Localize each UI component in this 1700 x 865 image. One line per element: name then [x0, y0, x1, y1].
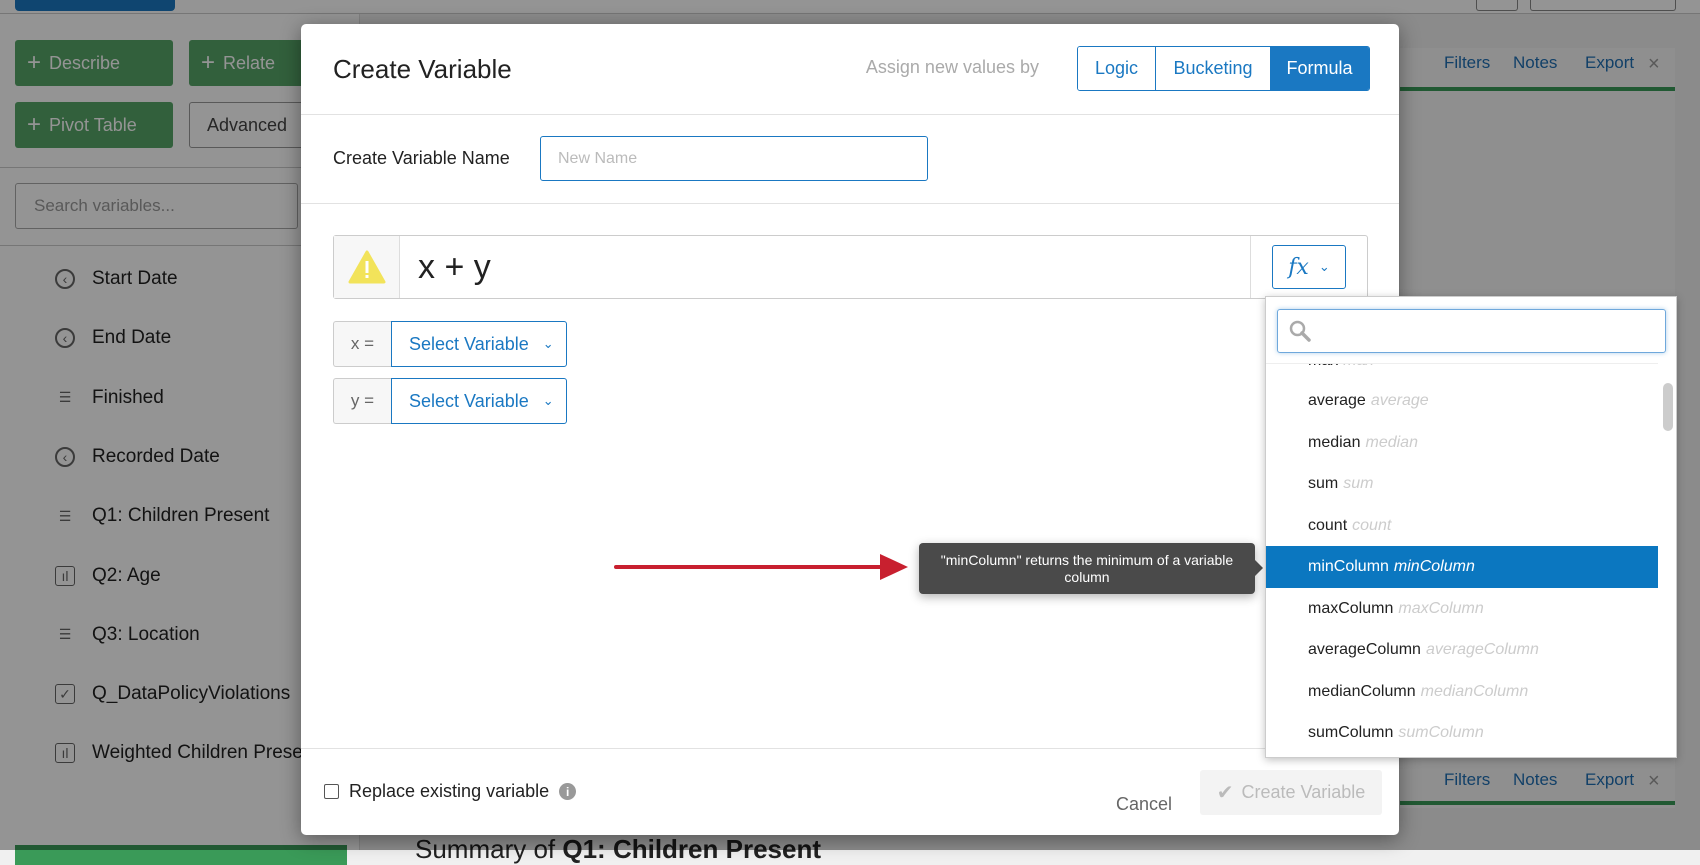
formula-input[interactable]: x + y — [400, 236, 1250, 298]
function-name: max — [1308, 364, 1338, 370]
function-name: averageColumn — [1308, 641, 1421, 658]
function-name: count — [1308, 516, 1348, 534]
red-arrow-annotation — [614, 554, 908, 580]
dialog-title: Create Variable — [333, 54, 512, 84]
function-name: minColumn — [1308, 558, 1389, 575]
function-name: sumColumn — [1308, 724, 1394, 741]
function-tooltip: "minColumn" returns the minimum of a var… — [919, 543, 1263, 594]
function-item-medianColumn[interactable]: medianColumn medianColumn — [1266, 671, 1658, 713]
function-item-median[interactable]: median median — [1266, 422, 1658, 464]
function-name: median — [1308, 433, 1361, 451]
create-variable-dialog: Create Variable Assign new values by Log… — [301, 24, 1399, 835]
fx-cell: fx ⌄ — [1250, 236, 1367, 298]
mode-logic[interactable]: Logic — [1078, 47, 1156, 90]
function-dropdown: maxmax averageaveragemedianmediansumsumc… — [1265, 296, 1677, 758]
divider — [301, 114, 1399, 115]
function-hint: medianColumn — [1420, 682, 1529, 700]
function-name: medianColumn — [1308, 682, 1416, 700]
variable-name-input[interactable]: New Name — [540, 136, 928, 181]
variable-x-row: x = Select Variable ⌄ — [333, 321, 567, 367]
replace-existing-checkbox[interactable] — [324, 784, 339, 799]
create-variable-button[interactable]: ✔ Create Variable — [1200, 770, 1382, 815]
fx-label: fx — [1288, 254, 1309, 280]
chevron-down-icon: ⌄ — [542, 393, 554, 408]
function-item-average[interactable]: average average — [1266, 380, 1658, 422]
function-name: maxColumn — [1308, 599, 1394, 617]
function-item-count[interactable]: count count — [1266, 505, 1658, 547]
function-hint: median — [1365, 433, 1418, 451]
variable-y-row: y = Select Variable ⌄ — [333, 378, 567, 424]
function-hint: maxColumn — [1398, 599, 1484, 617]
check-icon: ✔ — [1216, 782, 1234, 804]
select-variable-y[interactable]: Select Variable ⌄ — [391, 378, 567, 424]
divider — [301, 748, 1399, 749]
cancel-button[interactable]: Cancel — [1116, 794, 1172, 815]
formula-box: x + y fx ⌄ — [333, 235, 1368, 299]
assign-mode-toggle: Logic Bucketing Formula — [1077, 46, 1370, 91]
variable-x-label: x = — [333, 321, 391, 367]
warning-icon — [334, 236, 400, 298]
function-name: average — [1308, 392, 1366, 409]
function-search-input[interactable] — [1277, 309, 1666, 353]
function-item-averageColumn[interactable]: averageColumn averageColumn — [1266, 629, 1658, 671]
function-item-minColumn[interactable]: minColumn minColumn — [1266, 546, 1658, 588]
chevron-down-icon: ⌄ — [542, 336, 554, 351]
create-label: Create Variable — [1241, 782, 1366, 802]
select-label: Select Variable — [409, 333, 529, 354]
variable-y-label: y = — [333, 378, 391, 424]
replace-label: Replace existing variable — [349, 781, 550, 801]
function-hint: sum — [1343, 475, 1374, 492]
info-icon[interactable]: i — [559, 783, 577, 800]
assign-label: Assign new values by — [865, 57, 1039, 77]
function-hint: count — [1352, 516, 1392, 534]
function-menu-button[interactable]: fx ⌄ — [1272, 245, 1346, 289]
mode-formula[interactable]: Formula — [1270, 47, 1369, 90]
mode-bucketing[interactable]: Bucketing — [1156, 47, 1270, 90]
search-icon — [1289, 320, 1311, 342]
select-variable-x[interactable]: Select Variable ⌄ — [391, 321, 567, 367]
select-label: Select Variable — [409, 390, 529, 411]
function-item-maxColumn[interactable]: maxColumn maxColumn — [1266, 588, 1658, 630]
name-label: Create Variable Name — [333, 148, 510, 168]
function-list: maxmax averageaveragemedianmediansumsumc… — [1266, 363, 1658, 757]
function-hint: sumColumn — [1398, 724, 1484, 741]
function-hint: max — [1343, 364, 1373, 370]
function-item-sumColumn[interactable]: sumColumn sumColumn — [1266, 712, 1658, 754]
function-item-sum[interactable]: sum sum — [1266, 463, 1658, 505]
replace-existing-option: Replace existing variable i — [324, 781, 577, 802]
function-hint: average — [1370, 392, 1429, 409]
divider — [301, 203, 1399, 204]
function-hint: minColumn — [1393, 558, 1475, 575]
chevron-down-icon: ⌄ — [1318, 259, 1330, 275]
function-name: sum — [1308, 475, 1339, 492]
scrollbar[interactable] — [1663, 383, 1673, 431]
function-hint: averageColumn — [1425, 641, 1539, 658]
